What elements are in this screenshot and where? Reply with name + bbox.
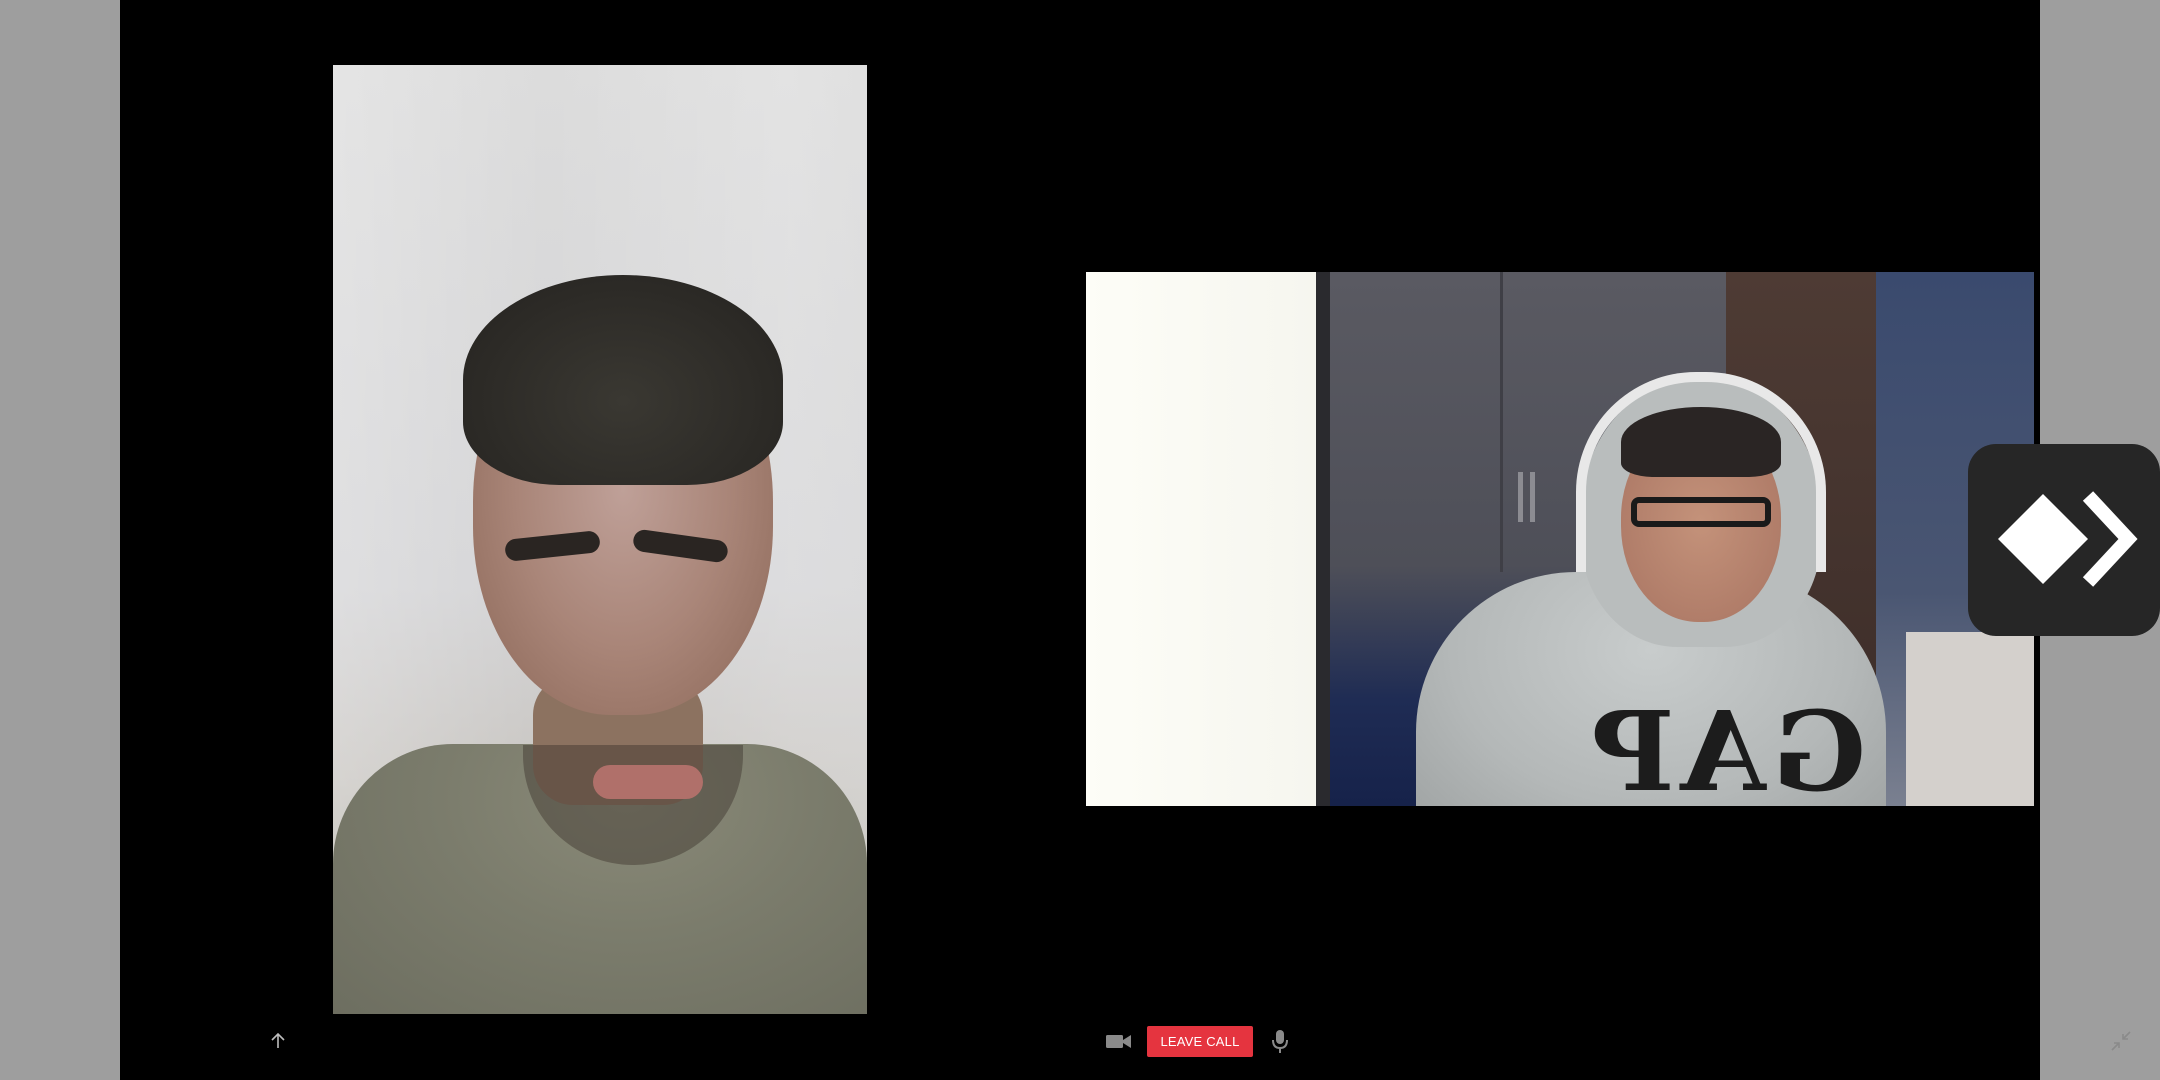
forward-logo-icon (1998, 491, 2138, 587)
collapse-arrows-icon[interactable] (2110, 1030, 2132, 1052)
participant-hair (463, 275, 783, 485)
video-wardrobe-seam (1500, 272, 1503, 572)
video-wardrobe-handle (1518, 472, 1523, 522)
video-door (1086, 272, 1316, 806)
video-wardrobe-handle (1530, 472, 1535, 522)
arrow-up-icon[interactable] (267, 1030, 289, 1052)
leave-call-button[interactable]: LEAVE CALL (1147, 1026, 1253, 1057)
left-margin (0, 0, 120, 1080)
video-door-frame (1316, 272, 1330, 806)
call-stage: GAP LEAVE CALL (120, 0, 2131, 1080)
microphone-icon[interactable] (1271, 1029, 1289, 1055)
participant-video-left (333, 65, 867, 1014)
forward-logo-button[interactable] (1968, 444, 2160, 636)
hoodie-logo-text: GAP (1585, 687, 1866, 806)
participant-mouth (593, 765, 703, 799)
participant-video-right: GAP (1086, 272, 2034, 806)
video-cabinet (1906, 632, 2034, 806)
video-camera-icon[interactable] (1105, 1031, 1133, 1051)
